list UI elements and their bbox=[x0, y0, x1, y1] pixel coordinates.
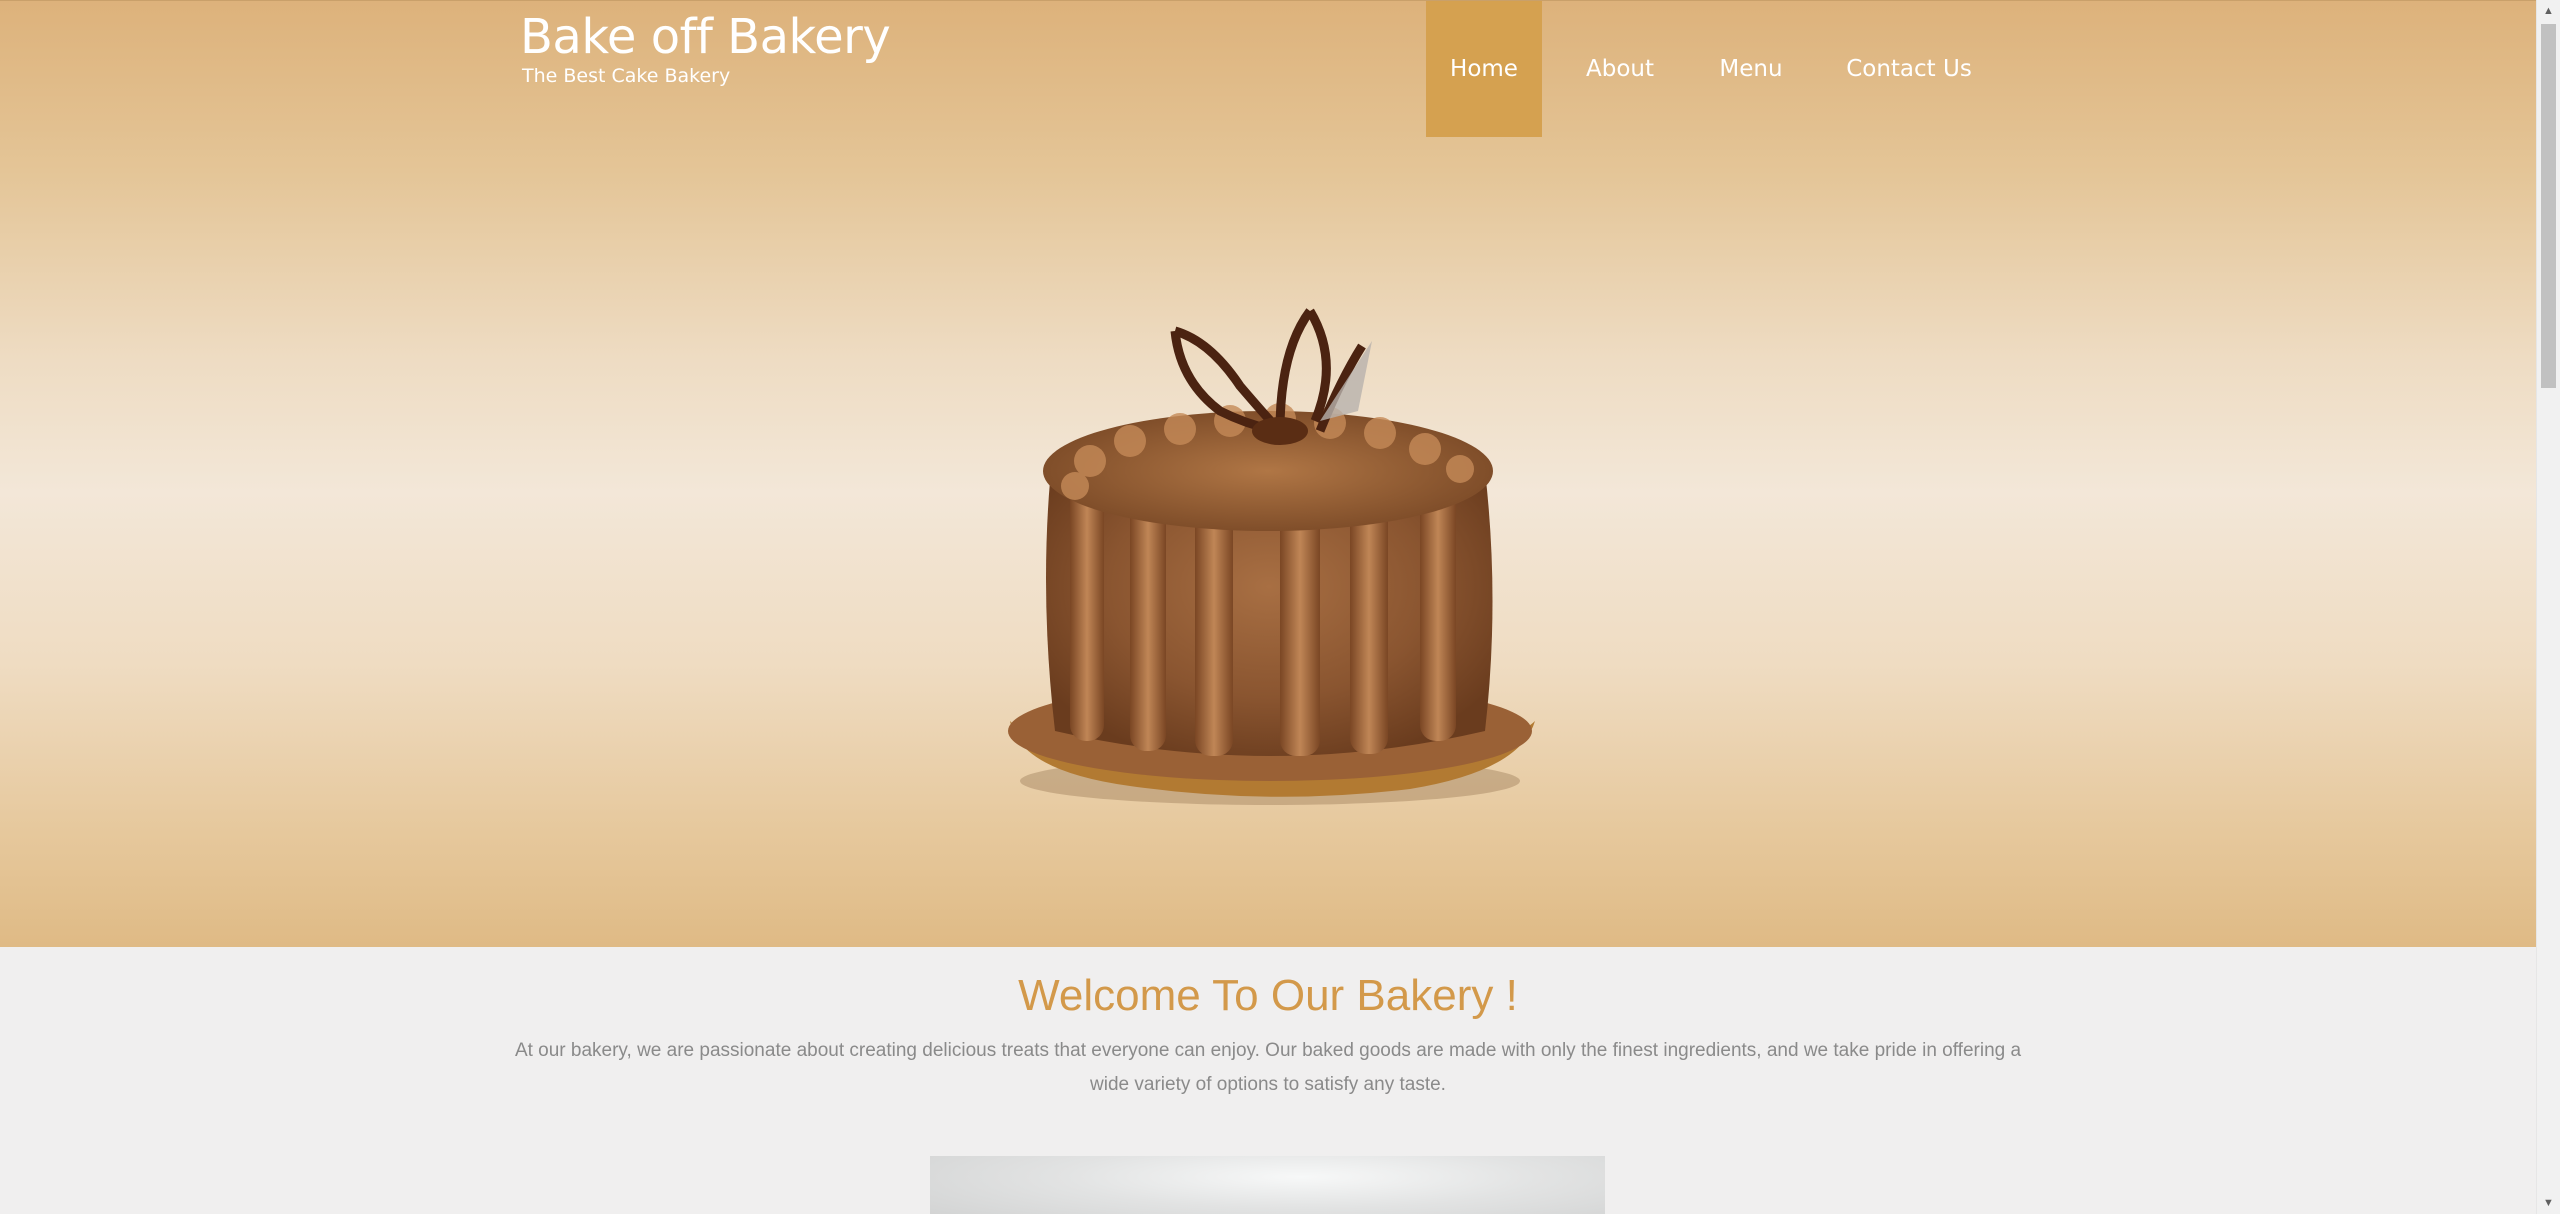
nav-item-home[interactable]: Home bbox=[1426, 1, 1542, 137]
site-title[interactable]: Bake off Bakery bbox=[520, 9, 891, 65]
site-tagline: The Best Cake Bakery bbox=[522, 65, 731, 87]
vertical-scrollbar[interactable]: ▲ ▼ bbox=[2536, 0, 2560, 1214]
chocolate-cake-image bbox=[1008, 308, 1535, 805]
main-nav: Home About Menu Contact Us bbox=[1426, 1, 2014, 137]
brand[interactable]: Bake off Bakery The Best Cake Bakery bbox=[520, 9, 891, 87]
triangle-down-icon[interactable]: ▼ bbox=[2537, 1192, 2560, 1214]
welcome-heading: Welcome To Our Bakery ! bbox=[1018, 971, 1518, 1020]
nav-item-about[interactable]: About bbox=[1542, 1, 1698, 137]
page: Bake off Bakery The Best Cake Bakery Hom… bbox=[0, 0, 2536, 1214]
hero-banner: Bake off Bakery The Best Cake Bakery Hom… bbox=[0, 0, 2536, 947]
nav-item-menu[interactable]: Menu bbox=[1698, 1, 1804, 137]
triangle-up-icon[interactable]: ▲ bbox=[2537, 0, 2560, 22]
featured-image bbox=[930, 1156, 1605, 1214]
welcome-paragraph: At our bakery, we are passionate about c… bbox=[514, 1040, 2022, 1095]
nav-item-contact[interactable]: Contact Us bbox=[1804, 1, 2014, 137]
scrollbar-thumb[interactable] bbox=[2541, 24, 2556, 388]
